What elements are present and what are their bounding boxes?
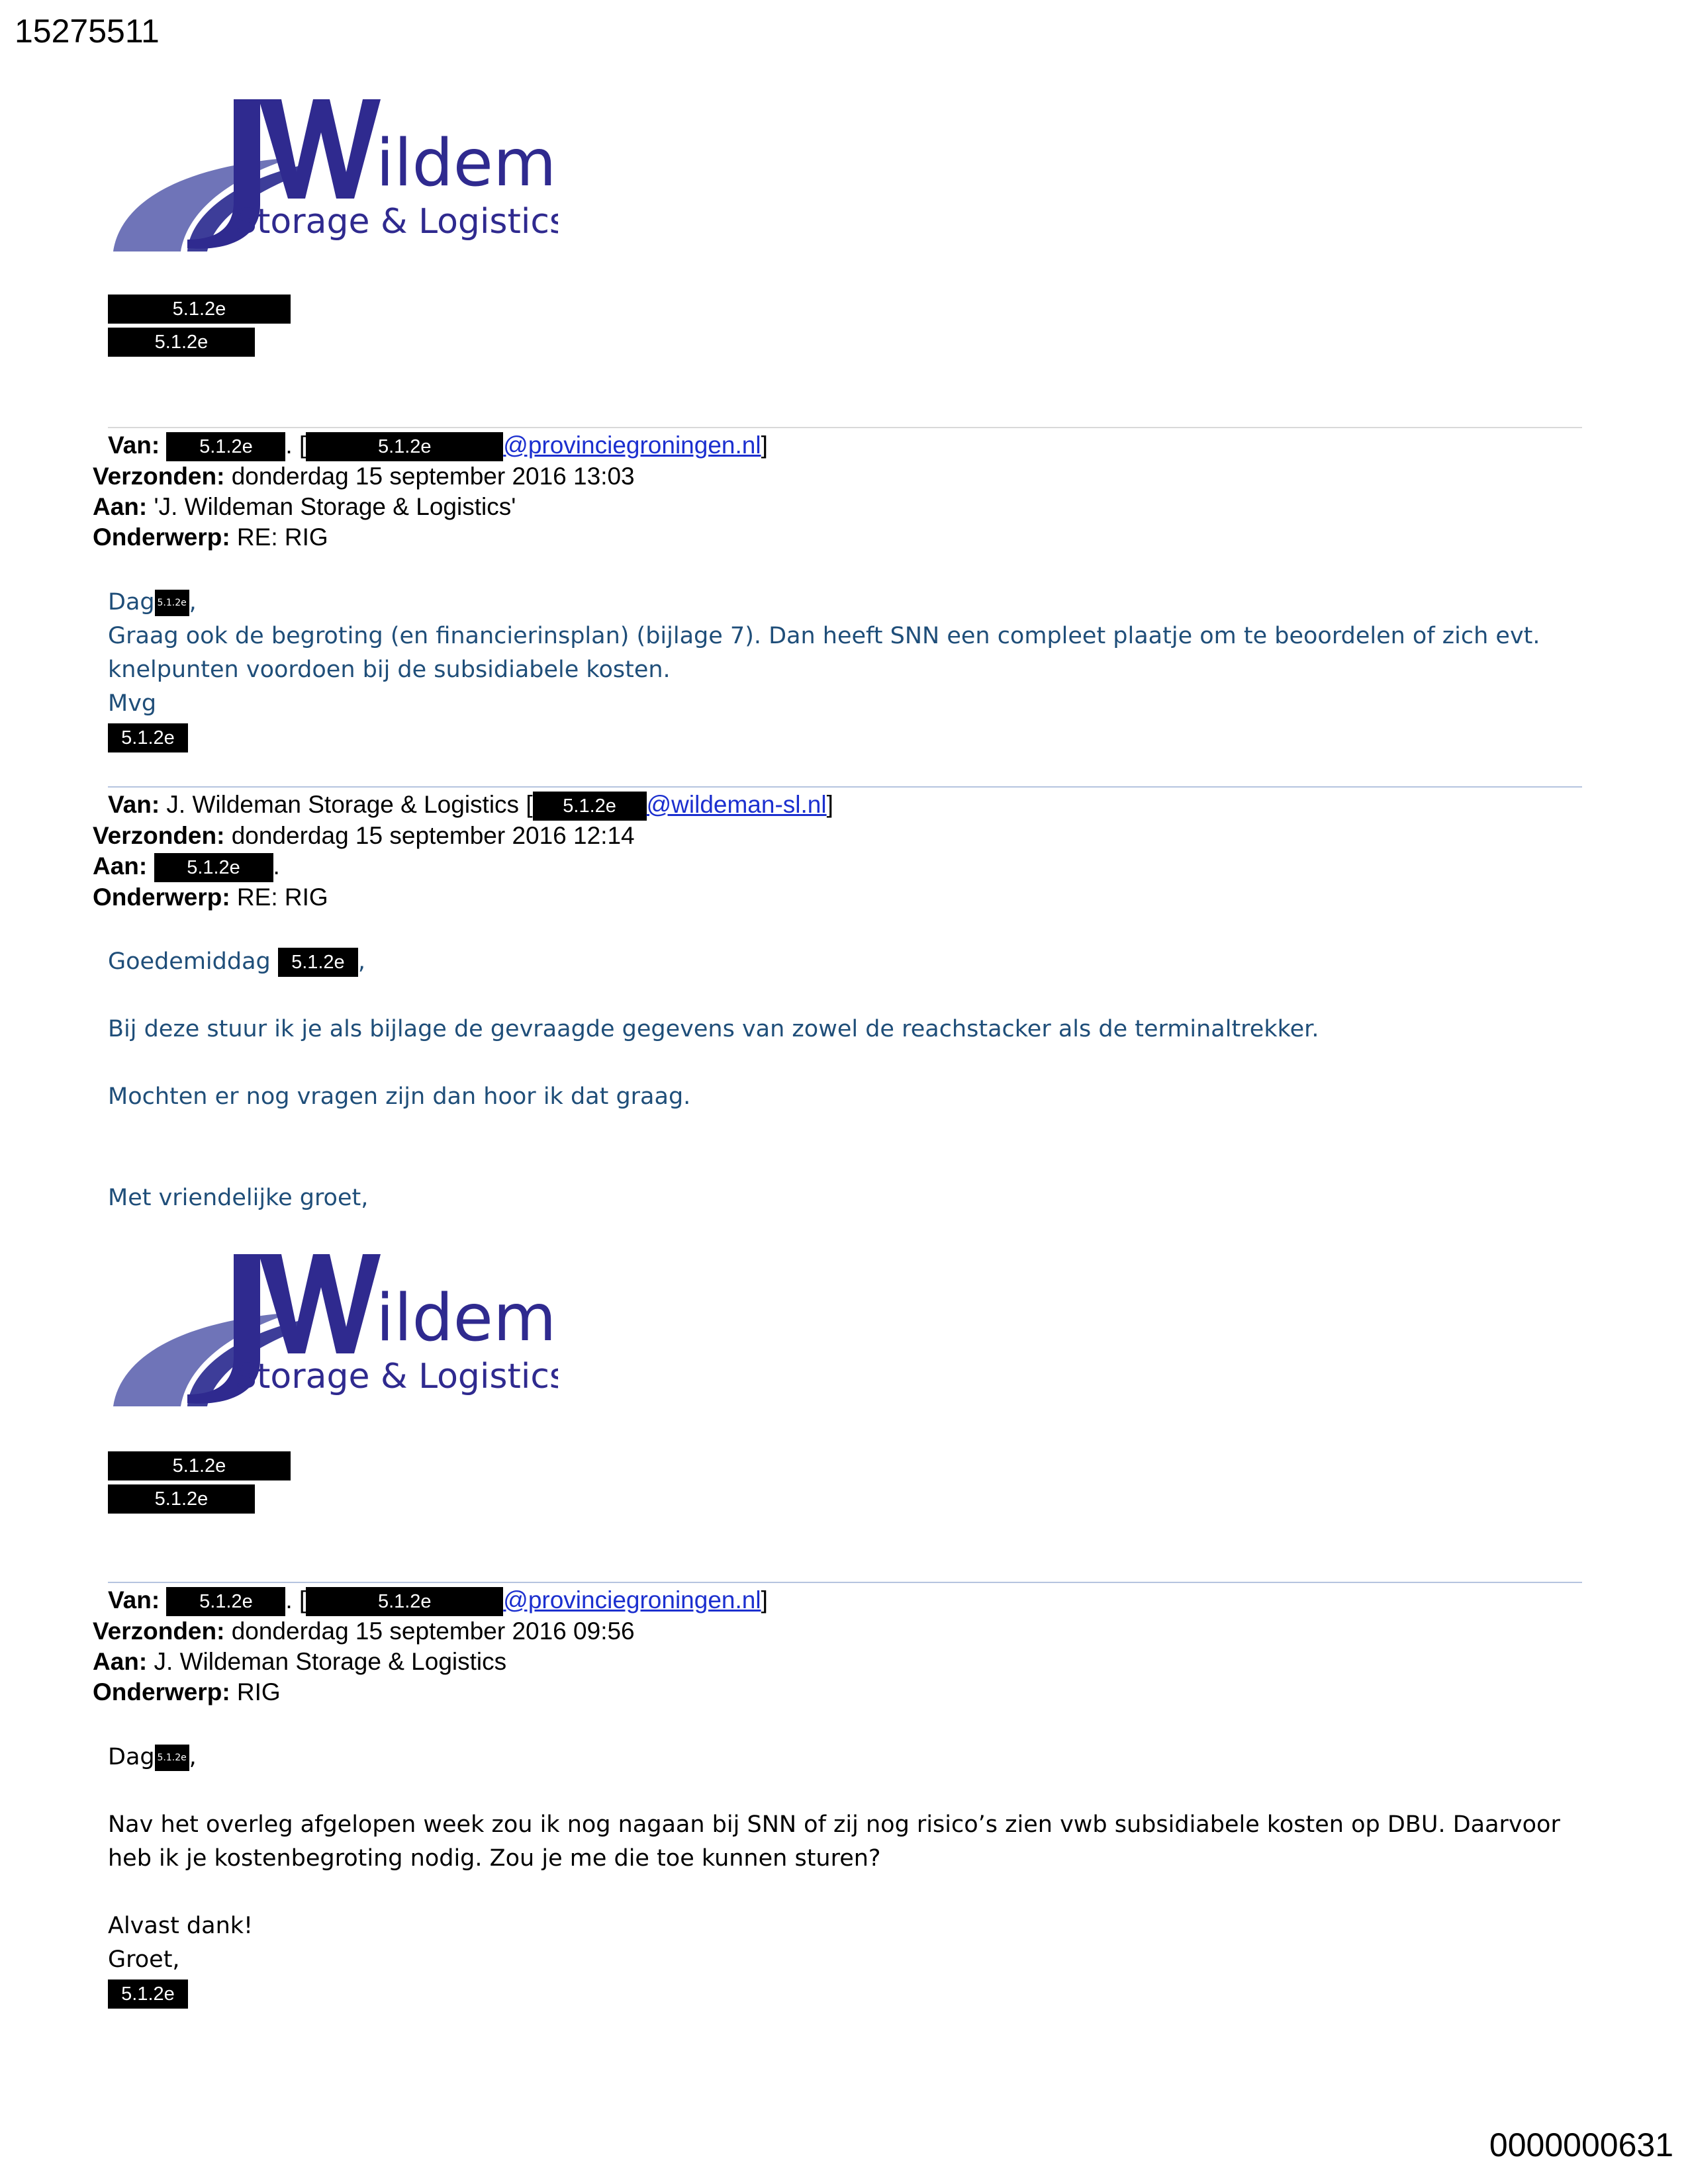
logo-main-text: ildeman <box>376 1281 558 1356</box>
logo-sub-text: Storage & Logistics <box>235 202 558 242</box>
redacted-sender-signature: 5.1.2e <box>108 1979 188 2009</box>
email3-closing: Groet, <box>108 1946 180 1973</box>
redacted-signature-title: 5.1.2e <box>108 1484 255 1514</box>
email3-aan: Aan: J. Wildeman Storage & Logistics <box>93 1648 507 1676</box>
email2-onderwerp: Onderwerp: RE: RIG <box>93 884 328 911</box>
email2-closing: Met vriendelijke groet, <box>108 1185 369 1211</box>
redacted-signature-name: 5.1.2e <box>108 295 291 324</box>
redacted-sender-email: 5.1.2e <box>306 1587 504 1617</box>
email1-closing: Mvg <box>108 690 157 717</box>
email3-van: Van: 5.1.2e. [5.1.2e @provinciegroningen.… <box>93 1585 768 1617</box>
email2-verzonden: Verzonden: donderdag 15 september 2016 1… <box>93 822 635 850</box>
redacted-recipient-name: 5.1.2e <box>154 1745 189 1771</box>
email1-body-text: Graag ook de begroting (en financierinsp… <box>108 623 1540 683</box>
email1-verzonden: Verzonden: donderdag 15 september 2016 1… <box>93 463 635 490</box>
email3-verzonden: Verzonden: donderdag 15 september 2016 0… <box>93 1617 635 1645</box>
redacted-sender-email: 5.1.2e <box>532 792 647 821</box>
logo-main-text: ildeman <box>376 126 558 201</box>
email1-body: Dag 5.1.2e, Graag ook de begroting (en fi… <box>108 586 1584 754</box>
email3-onderwerp: Onderwerp: RIG <box>93 1678 281 1706</box>
email1-van: Van: 5.1.2e. [5.1.2e @provinciegroningen.… <box>93 430 768 462</box>
sender-email-link[interactable]: @provinciegroningen.nl <box>503 432 761 459</box>
email1-aan: Aan: 'J. Wildeman Storage & Logistics' <box>93 493 516 521</box>
redacted-sender-email: 5.1.2e <box>306 432 504 462</box>
redacted-recipient: 5.1.2e <box>154 853 273 883</box>
redacted-sender-name: 5.1.2e <box>166 1587 286 1617</box>
email1-header: Van: 5.1.2e. [5.1.2e @provinciegroningen.… <box>93 430 768 553</box>
sender-email-link[interactable]: @provinciegroningen.nl <box>503 1586 761 1614</box>
email2-aan: Aan: 5.1.2e. <box>93 851 833 883</box>
sender-email-link[interactable]: @wildeman-sl.nl <box>647 791 827 818</box>
email2-van: Van: J. Wildeman Storage & Logistics [5.… <box>93 790 833 821</box>
email2-para1: Bij deze stuur ik je als bijlage de gevr… <box>108 1016 1319 1042</box>
company-logo: ildeman Storage & Logistics <box>108 1241 558 1426</box>
header-divider <box>108 786 1582 788</box>
page-number: 0000000631 <box>1489 2126 1673 2163</box>
email3-header: Van: 5.1.2e. [5.1.2e @provinciegroningen.… <box>93 1585 768 1707</box>
redacted-signature-name: 5.1.2e <box>108 1451 291 1480</box>
email2-para2: Mochten er nog vragen zijn dan hoor ik d… <box>108 1083 691 1110</box>
company-logo: ildeman Storage & Logistics <box>108 86 558 271</box>
redacted-recipient-name: 5.1.2e <box>154 590 189 616</box>
header-divider <box>108 1582 1582 1583</box>
header-divider <box>108 427 1582 428</box>
email1-onderwerp: Onderwerp: RE: RIG <box>93 523 328 551</box>
email2-header: Van: J. Wildeman Storage & Logistics [5.… <box>93 790 833 913</box>
logo-sub-text: Storage & Logistics <box>235 1357 558 1396</box>
document-id: 15275511 <box>15 13 160 50</box>
redacted-recipient-name: 5.1.2e <box>277 948 358 977</box>
redacted-sender-name: 5.1.2e <box>166 432 286 462</box>
email3-thanks: Alvast dank! <box>108 1913 254 1939</box>
email3-body: Dag 5.1.2e, Nav het overleg afgelopen wee… <box>108 1741 1584 2011</box>
redacted-sender-signature: 5.1.2e <box>108 723 188 752</box>
redacted-signature-title: 5.1.2e <box>108 328 255 357</box>
email2-body: Goedemiddag 5.1.2e, Bij deze stuur ik je… <box>108 945 1584 1215</box>
email3-body-text: Nav het overleg afgelopen week zou ik no… <box>108 1811 1560 1872</box>
